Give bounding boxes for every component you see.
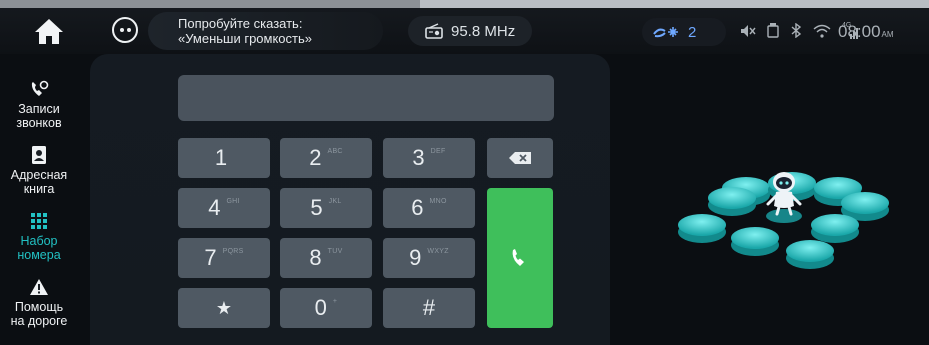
home-icon[interactable] [32, 16, 66, 46]
key-digit: ★ [215, 297, 233, 318]
sidebar-item-roadside-assistance[interactable]: Помощь на дороге [0, 278, 78, 328]
key-digit: 6 [411, 195, 424, 220]
key-digit: # [422, 295, 436, 320]
connected-devices-pill[interactable]: 2 [642, 18, 726, 46]
key-letters: JKL [328, 197, 342, 205]
key-7[interactable]: 7 PQRS [178, 238, 270, 278]
key-5[interactable]: 5 JKL [280, 188, 372, 228]
sidebar: Записи звонков Адресная книга Набор номе… [0, 62, 78, 345]
key-8[interactable]: 8 TUV [280, 238, 372, 278]
car-link-icon [653, 27, 678, 38]
sidebar-item-label: Записи [18, 102, 60, 116]
assistant-robot-illustration [678, 172, 889, 269]
key-letters: + [332, 297, 338, 305]
number-input[interactable] [178, 75, 554, 121]
phone-storage-icon [767, 23, 779, 41]
key-0[interactable]: 0 + [280, 288, 372, 328]
voice-prompt-line1: Попробуйте сказать: [178, 16, 303, 31]
sidebar-item-dialer[interactable]: Набор номера [0, 212, 78, 262]
key-4[interactable]: 4 GHI [178, 188, 270, 228]
contacts-icon [32, 146, 46, 164]
key-letters: TUV [327, 247, 343, 255]
key-digit: 8 [309, 245, 322, 270]
sidebar-item-label: книга [23, 182, 55, 196]
device-count: 2 [688, 23, 697, 41]
key-3[interactable]: 3 DEF [383, 138, 475, 178]
mute-icon [740, 24, 756, 41]
key-letters: WXYZ [427, 247, 449, 255]
call-history-icon [31, 80, 49, 96]
radio-widget[interactable]: 95.8 MHz [408, 16, 532, 46]
bluetooth-icon [790, 22, 802, 41]
voice-prompt[interactable]: Попробуйте сказать: «Уменьши громкость» [148, 12, 383, 50]
top-strip [0, 0, 929, 8]
phone-icon [512, 249, 524, 266]
key-digit: 4 [208, 195, 221, 220]
clock-period: AM [881, 30, 894, 39]
warning-icon [30, 279, 48, 295]
call-button[interactable] [487, 188, 553, 328]
sidebar-item-call-history[interactable]: Записи звонков [0, 80, 78, 130]
voice-prompt-line2: «Уменьши громкость» [178, 31, 312, 46]
keypad-icon [31, 213, 47, 229]
sidebar-item-label: Помощь [14, 300, 64, 314]
key-letters: PQRS [222, 247, 244, 255]
key-letters: MNO [429, 197, 447, 205]
key-digit: 2 [309, 145, 322, 170]
key-hash[interactable]: # [383, 288, 475, 328]
sidebar-item-contacts[interactable]: Адресная книга [0, 146, 78, 196]
key-digit: 3 [412, 145, 425, 170]
backspace-icon [509, 152, 531, 164]
sidebar-item-label: Адресная [10, 168, 68, 182]
key-digit: 9 [409, 245, 422, 270]
key-letters: ABC [327, 147, 343, 155]
key-6[interactable]: 6 MNO [383, 188, 475, 228]
key-2[interactable]: 2 ABC [280, 138, 372, 178]
wifi-icon [813, 24, 831, 41]
status-bar: Попробуйте сказать: «Уменьши громкость» … [0, 8, 929, 54]
clock-time: 08:00 [838, 22, 881, 41]
voice-assistant-icon[interactable] [112, 17, 138, 43]
sidebar-item-label: на дороге [10, 314, 68, 328]
sidebar-item-label: Набор [20, 234, 58, 248]
key-digit: 7 [204, 245, 217, 270]
key-9[interactable]: 9 WXYZ [383, 238, 475, 278]
sidebar-item-label: звонков [16, 116, 62, 130]
radio-icon [425, 23, 443, 39]
key-digit: 1 [214, 145, 228, 170]
key-1[interactable]: 1 [178, 138, 270, 178]
key-letters: DEF [430, 147, 446, 155]
radio-frequency: 95.8 MHz [451, 22, 516, 40]
key-letters: GHI [226, 197, 240, 205]
sidebar-item-label: номера [17, 248, 61, 262]
key-star[interactable]: ★ [178, 288, 270, 328]
backspace-button[interactable] [487, 138, 553, 178]
clock: 08:00AM [838, 22, 894, 42]
key-digit: 5 [310, 195, 323, 220]
key-digit: 0 [314, 295, 327, 320]
